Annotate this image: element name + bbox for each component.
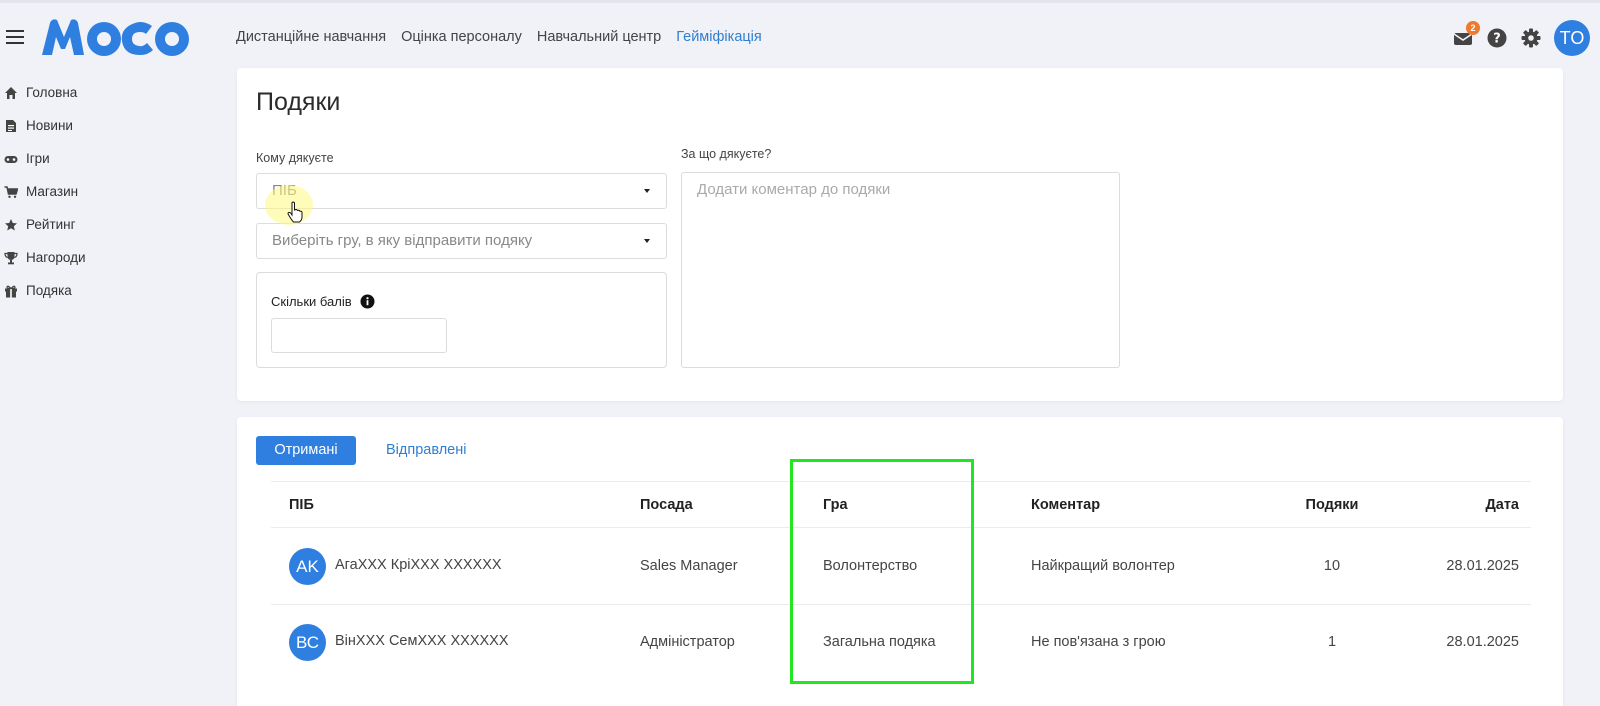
sidebar-item-awards[interactable]: Нагороди bbox=[0, 241, 200, 274]
user-avatar[interactable]: TO bbox=[1554, 20, 1590, 56]
row-game: Загальна подяка bbox=[823, 634, 936, 650]
row-comment: Найкращий волонтер bbox=[1031, 558, 1175, 574]
table-top-divider bbox=[271, 481, 1531, 482]
recipient-placeholder: ПІБ bbox=[272, 182, 297, 199]
gift-icon bbox=[5, 285, 17, 297]
table-header-divider bbox=[271, 527, 1531, 528]
row-date: 28.01.2025 bbox=[1446, 558, 1519, 574]
comment-placeholder: Додати коментар до подяки bbox=[697, 181, 891, 198]
sidebar-item-news[interactable]: Новини bbox=[0, 109, 200, 142]
table-row-divider bbox=[271, 604, 1531, 605]
row-thanks-count: 10 bbox=[1323, 558, 1341, 574]
gamepad-icon bbox=[4, 155, 18, 163]
tab-sent[interactable]: Відправлені bbox=[386, 442, 466, 458]
column-header-name: ПІБ bbox=[289, 497, 314, 513]
sidebar: Головна Новини Ігри Магазин Рейтинг Наго… bbox=[0, 76, 200, 307]
tab-received[interactable]: Отримані bbox=[256, 436, 356, 465]
comment-textarea[interactable]: Додати коментар до подяки bbox=[681, 172, 1120, 368]
points-label: Скільки балів bbox=[271, 294, 352, 309]
home-icon bbox=[5, 86, 17, 99]
star-icon bbox=[5, 218, 17, 230]
moco-logo[interactable] bbox=[40, 15, 192, 59]
cart-icon bbox=[4, 185, 18, 198]
svg-text:?: ? bbox=[1493, 32, 1501, 47]
hand-cursor-icon bbox=[287, 201, 303, 223]
column-header-game: Гра bbox=[823, 497, 848, 513]
thanks-form-card: Подяки Кому дякуєте ПІБ Виберіть гру, в … bbox=[237, 68, 1563, 401]
news-icon bbox=[6, 119, 16, 132]
sidebar-item-label: Головна bbox=[26, 85, 78, 100]
header-actions: 2 ? TO bbox=[1452, 20, 1590, 56]
nav-gamification[interactable]: Гейміфікація bbox=[676, 29, 762, 45]
chevron-down-icon bbox=[644, 239, 650, 243]
column-header-date: Дата bbox=[1485, 497, 1519, 513]
thanks-list-card: Отримані Відправлені ПІБ Посада Гра Коме… bbox=[237, 417, 1563, 706]
trophy-icon bbox=[4, 251, 18, 264]
chevron-down-icon bbox=[644, 189, 650, 193]
row-name: АгаXXX КріXXX XXXXXX bbox=[335, 557, 502, 573]
mail-icon[interactable]: 2 bbox=[1452, 21, 1480, 49]
row-date: 28.01.2025 bbox=[1446, 634, 1519, 650]
row-game: Волонтерство bbox=[823, 558, 918, 574]
game-placeholder: Виберіть гру, в яку відправити подяку bbox=[272, 232, 533, 249]
avatar: AK bbox=[289, 548, 326, 585]
menu-icon[interactable] bbox=[6, 30, 24, 44]
page-title: Подяки bbox=[256, 88, 341, 116]
recipient-select[interactable]: ПІБ bbox=[256, 173, 667, 209]
row-name: ВінXXX СемXXX XXXXXX bbox=[335, 633, 509, 649]
game-select[interactable]: Виберіть гру, в яку відправити подяку bbox=[256, 223, 667, 259]
sidebar-item-thanks[interactable]: Подяка bbox=[0, 274, 200, 307]
points-input[interactable] bbox=[271, 318, 447, 353]
column-header-thanks: Подяки bbox=[1305, 497, 1359, 513]
points-label-wrap: Скільки балів bbox=[271, 294, 375, 309]
top-navigation: Дистанційне навчання Оцінка персоналу На… bbox=[236, 29, 762, 45]
sidebar-item-label: Магазин bbox=[26, 184, 79, 199]
row-position: Адміністратор bbox=[640, 634, 735, 650]
top-bar: Дистанційне навчання Оцінка персоналу На… bbox=[0, 0, 1600, 68]
avatar: ВС bbox=[289, 624, 326, 661]
reason-label: За що дякуєте? bbox=[681, 147, 772, 161]
row-thanks-count: 1 bbox=[1327, 634, 1337, 650]
nav-distance-learning[interactable]: Дистанційне навчання bbox=[236, 29, 386, 45]
row-position: Sales Manager bbox=[640, 558, 738, 574]
nav-personnel-assessment[interactable]: Оцінка персоналу bbox=[401, 29, 522, 45]
gear-icon[interactable] bbox=[1520, 27, 1542, 49]
sidebar-item-label: Новини bbox=[26, 118, 73, 133]
row-comment: Не пов'язана з грою bbox=[1031, 634, 1166, 650]
sidebar-item-rating[interactable]: Рейтинг bbox=[0, 208, 200, 241]
sidebar-item-label: Рейтинг bbox=[26, 217, 76, 232]
column-header-comment: Коментар bbox=[1031, 497, 1101, 513]
sidebar-item-label: Ігри bbox=[26, 151, 50, 166]
sidebar-item-games[interactable]: Ігри bbox=[0, 142, 200, 175]
nav-training-center[interactable]: Навчальний центр bbox=[537, 29, 661, 45]
whom-label: Кому дякуєте bbox=[256, 151, 334, 165]
sidebar-item-label: Нагороди bbox=[26, 250, 86, 265]
help-icon[interactable]: ? bbox=[1486, 27, 1508, 49]
points-panel: Скільки балів bbox=[256, 272, 667, 368]
sidebar-item-home[interactable]: Головна bbox=[0, 76, 200, 109]
sidebar-item-label: Подяка bbox=[26, 283, 72, 298]
mail-badge: 2 bbox=[1466, 21, 1480, 35]
column-header-position: Посада bbox=[640, 497, 693, 513]
sidebar-item-shop[interactable]: Магазин bbox=[0, 175, 200, 208]
info-icon[interactable] bbox=[360, 294, 375, 309]
